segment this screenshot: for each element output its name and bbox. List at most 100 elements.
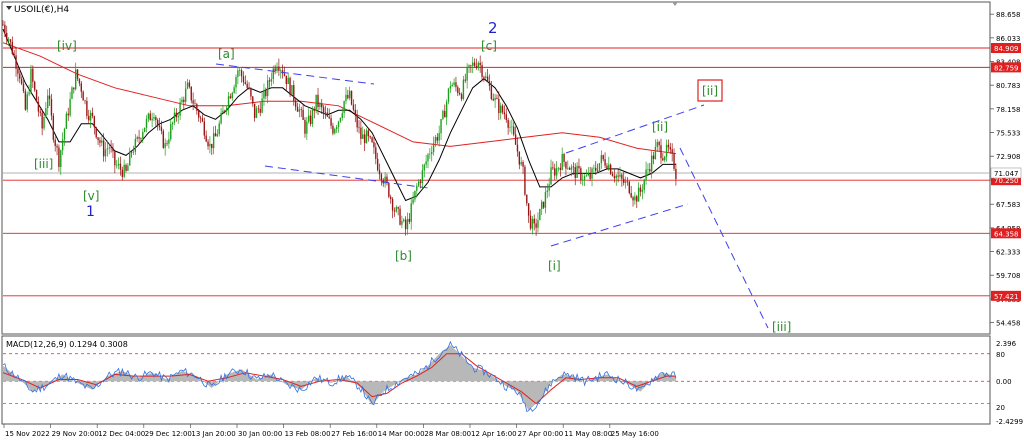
candle-body [330, 118, 332, 126]
candle-body [110, 147, 112, 149]
candle-body [643, 179, 645, 190]
candle-body [479, 62, 481, 66]
price-chart[interactable]: 88.65886.03383.40880.78378.15875.53372.9… [0, 0, 1024, 441]
level-price-label: 84.909 [994, 45, 1019, 53]
time-tick-label: 12 Dec 04:00 [98, 430, 145, 438]
candle-body [26, 94, 28, 110]
candle-body [414, 190, 416, 200]
candle-body [453, 82, 455, 85]
candle-body [358, 127, 360, 129]
candle-body [518, 151, 521, 165]
candle-body [321, 103, 323, 108]
candle-body [391, 198, 394, 211]
candle-body [192, 100, 194, 104]
candle-body [403, 219, 405, 221]
candle-body [376, 158, 379, 171]
candle-body [626, 181, 629, 182]
candle-body [447, 88, 450, 102]
candle-body [11, 41, 14, 55]
candle-body [41, 112, 43, 129]
candle-body [263, 90, 265, 99]
candle-body [22, 83, 25, 92]
candle-body [274, 68, 276, 72]
time-tick-label: 28 Mar 08:00 [424, 430, 471, 438]
candle-body [617, 175, 619, 177]
candle-body [61, 139, 64, 151]
price-tick-label: 72.908 [996, 153, 1021, 161]
candle-body [233, 87, 235, 93]
candle-body [171, 122, 174, 125]
candle-body [32, 68, 34, 82]
time-tick-label: 14 Mar 00:00 [378, 430, 425, 438]
candle-body [33, 81, 36, 91]
candle-body [546, 190, 548, 193]
chart-canvas[interactable]: 88.65886.03383.40880.78378.15875.53372.9… [0, 0, 1024, 441]
candle-body [164, 143, 166, 148]
candle-body [527, 203, 530, 216]
candle-body [624, 181, 627, 183]
wave-label-v: [v] [83, 189, 99, 203]
candle-body [561, 154, 563, 170]
candle-body [125, 164, 127, 171]
candle-body [417, 181, 420, 186]
candle-body [466, 67, 468, 81]
candle-body [498, 98, 500, 114]
candle-body [555, 168, 558, 176]
candle-body [667, 144, 670, 148]
candle-body [349, 90, 351, 99]
candle-body [117, 163, 120, 166]
candle-body [52, 115, 55, 140]
candle-body [101, 140, 103, 143]
candle-body [429, 153, 431, 155]
candle-body [328, 116, 330, 119]
candle-body [129, 151, 131, 166]
candle-body [654, 146, 657, 160]
level-price-label: 82.759 [994, 64, 1019, 72]
candle-body [632, 197, 634, 201]
candle-body [483, 76, 485, 78]
candle-body [294, 100, 297, 107]
candle-body [173, 112, 176, 123]
candle-body [511, 126, 513, 128]
candle-body [432, 143, 435, 153]
candle-body [535, 223, 537, 228]
candle-body [224, 110, 226, 112]
candle-body [637, 187, 640, 202]
price-tick-label: 88.658 [996, 11, 1021, 19]
candle-body [347, 94, 349, 99]
candle-body [444, 110, 446, 118]
candle-body [302, 109, 304, 120]
candle-body [397, 207, 399, 209]
macd-tick-label: 20 [996, 404, 1005, 412]
candle-body [634, 196, 636, 201]
candle-body [239, 70, 241, 71]
time-tick-label: 13 Jan 20:00 [191, 430, 235, 438]
wave-label-a: [a] [218, 47, 235, 61]
candle-body [168, 139, 170, 144]
candle-body [410, 203, 412, 222]
time-tick-label: 15 Nov 2022 [5, 430, 50, 438]
time-tick-label: 29 Dec 12:00 [145, 430, 192, 438]
candle-body [102, 140, 105, 157]
candle-body [550, 167, 552, 185]
candle-body [201, 118, 204, 122]
candle-body [356, 115, 358, 128]
candle-body [645, 169, 647, 180]
candle-body [9, 39, 12, 42]
candle-body [142, 131, 144, 139]
candle-body [662, 158, 664, 161]
price-tick-label: 62.333 [996, 249, 1021, 257]
candle-body [78, 78, 81, 84]
candle-body [585, 175, 588, 177]
candle-body [240, 70, 243, 77]
candle-body [343, 101, 345, 114]
candle-body [58, 147, 60, 167]
time-tick-label: 30 Jan 00:00 [238, 430, 282, 438]
candle-body [636, 196, 638, 202]
candle-body [427, 154, 429, 162]
candle-body [143, 127, 146, 132]
candle-body [194, 103, 196, 105]
candle-body [613, 176, 616, 179]
candle-body [7, 39, 10, 41]
candle-body [600, 155, 603, 164]
